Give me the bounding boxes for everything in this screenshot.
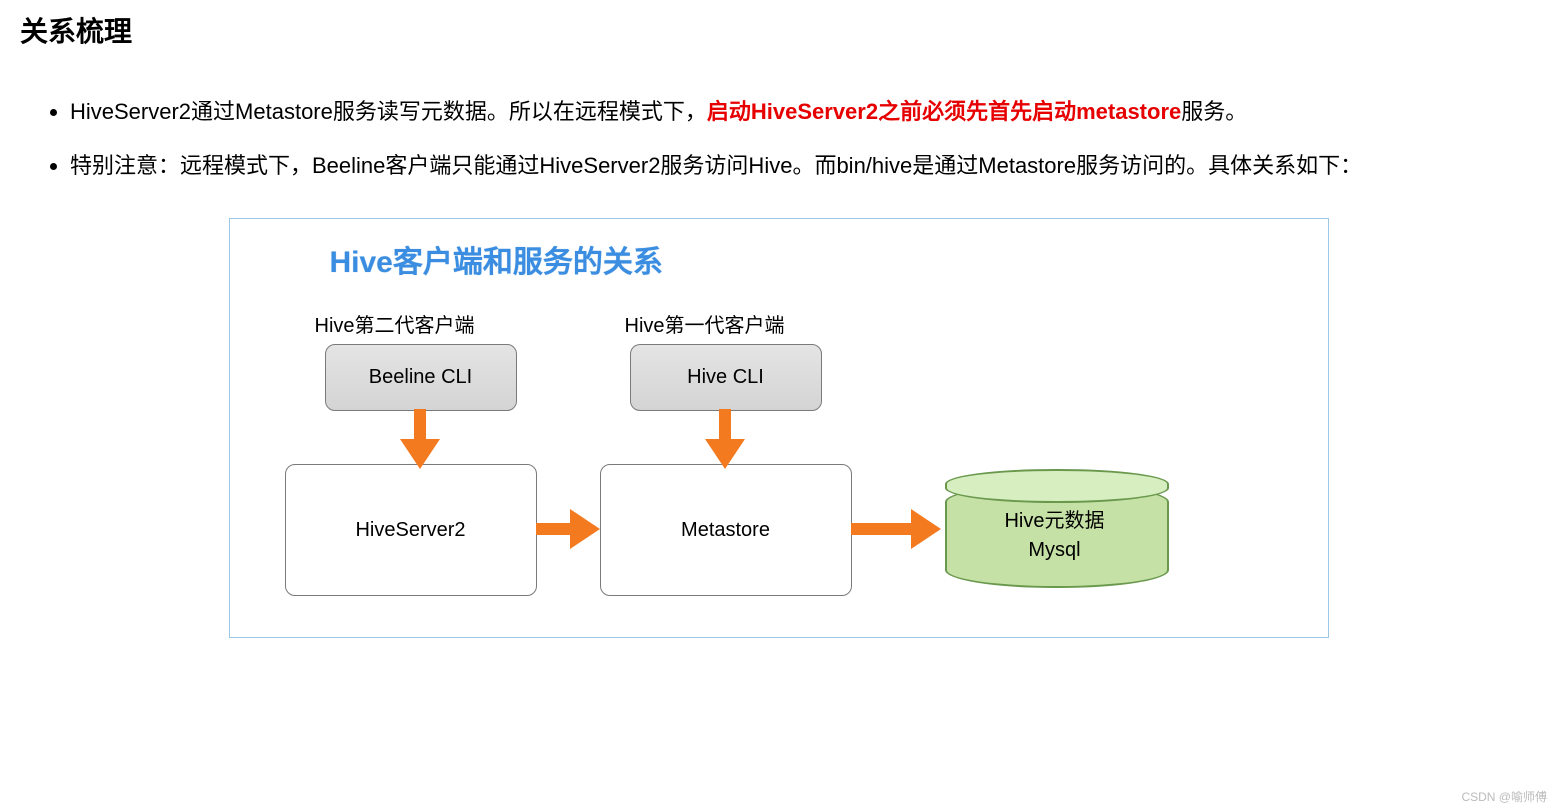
label-gen1-client: Hive第一代客户端 xyxy=(625,309,785,338)
cylinder-mysql: Hive元数据 Mysql xyxy=(945,469,1165,599)
cylinder-line1: Hive元数据 xyxy=(945,504,1165,533)
bullet-1: HiveServer2通过Metastore服务读写元数据。所以在远程模式下，启… xyxy=(70,90,1537,134)
cylinder-line2: Mysql xyxy=(945,539,1165,562)
arrow-hivecli-to-metastore-icon xyxy=(705,409,745,469)
bullet-1-text-a: HiveServer2通过Metastore服务读写元数据。所以在远程模式下， xyxy=(70,99,707,124)
relationship-diagram: Hive客户端和服务的关系 Hive第二代客户端 Hive第一代客户端 Beel… xyxy=(229,218,1329,638)
bullet-1-text-b: 服务。 xyxy=(1181,99,1247,124)
box-beeline-cli: Beeline CLI xyxy=(325,344,517,411)
section-heading: 关系梳理 xyxy=(20,10,1537,50)
bullet-2: 特别注意：远程模式下，Beeline客户端只能通过HiveServer2服务访问… xyxy=(70,144,1537,188)
box-hiveserver2: HiveServer2 xyxy=(285,464,537,596)
arrow-metastore-to-mysql-icon xyxy=(851,509,941,549)
arrow-hs2-to-metastore-icon xyxy=(536,509,600,549)
bullet-1-emphasis: 启动HiveServer2之前必须先首先启动metastore xyxy=(707,99,1181,124)
box-hive-cli: Hive CLI xyxy=(630,344,822,411)
diagram-title: Hive客户端和服务的关系 xyxy=(330,237,663,281)
label-gen2-client: Hive第二代客户端 xyxy=(315,309,475,338)
watermark: CSDN @喻师傅 xyxy=(1461,788,1547,805)
arrow-beeline-to-hs2-icon xyxy=(400,409,440,469)
box-metastore: Metastore xyxy=(600,464,852,596)
